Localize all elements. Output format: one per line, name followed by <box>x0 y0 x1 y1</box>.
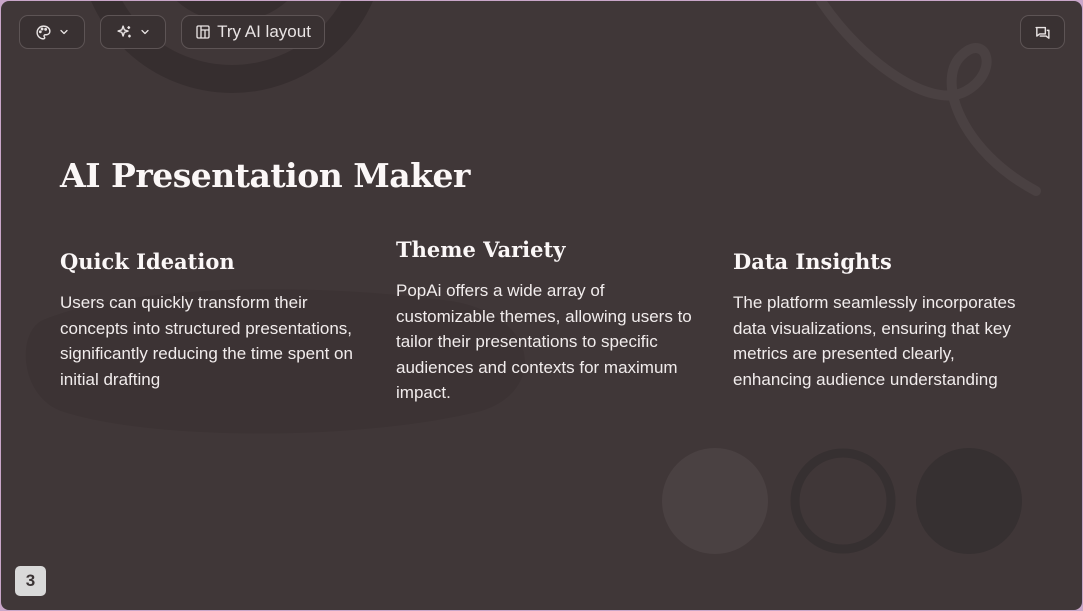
sparkles-icon <box>116 24 133 41</box>
column-heading[interactable]: Quick Ideation <box>60 249 360 274</box>
column-data-insights: Data Insights The platform seamlessly in… <box>733 249 1033 392</box>
column-theme-variety: Theme Variety PopAi offers a wide array … <box>396 237 696 406</box>
chevron-down-icon <box>139 26 151 38</box>
column-heading[interactable]: Theme Variety <box>396 237 696 262</box>
column-quick-ideation: Quick Ideation Users can quickly transfo… <box>60 249 360 392</box>
filled-circle-decoration-1 <box>662 448 768 554</box>
filled-circle-decoration-2 <box>916 448 1022 554</box>
column-body[interactable]: Users can quickly transform their concep… <box>60 290 360 392</box>
column-body[interactable]: The platform seamlessly incorporates dat… <box>733 290 1033 392</box>
layout-icon <box>195 24 211 40</box>
comments-icon <box>1034 24 1051 41</box>
ai-dropdown-button[interactable] <box>100 15 166 49</box>
slide-canvas: Try AI layout AI Presentation Maker Quic… <box>1 1 1082 610</box>
palette-icon <box>35 24 52 41</box>
column-body[interactable]: PopAi offers a wide array of customizabl… <box>396 278 696 406</box>
try-ai-layout-label: Try AI layout <box>217 22 311 41</box>
theme-dropdown-button[interactable] <box>19 15 85 49</box>
comments-button[interactable] <box>1020 15 1065 49</box>
squiggle-decoration <box>816 1 1041 196</box>
ring-circle-decoration <box>790 448 896 554</box>
slide-title[interactable]: AI Presentation Maker <box>60 156 470 195</box>
chevron-down-icon <box>58 26 70 38</box>
try-ai-layout-button[interactable]: Try AI layout <box>181 15 325 49</box>
column-heading[interactable]: Data Insights <box>733 249 1033 274</box>
page-number-badge: 3 <box>15 566 46 596</box>
